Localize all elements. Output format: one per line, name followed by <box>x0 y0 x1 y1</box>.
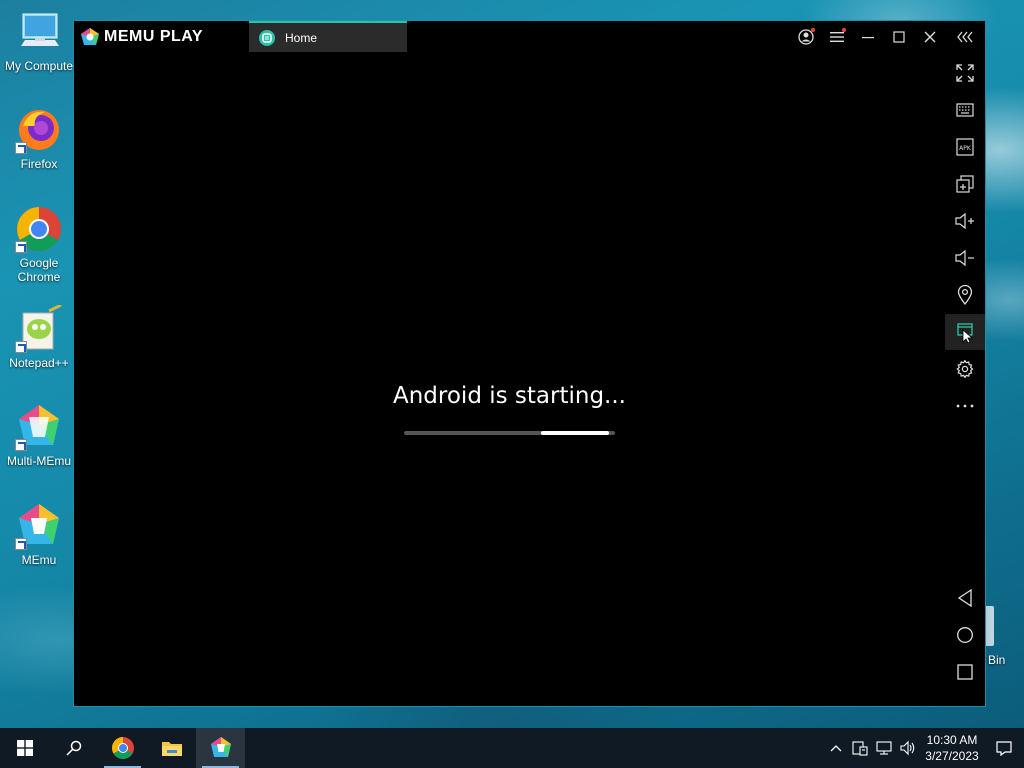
location-button[interactable] <box>945 277 985 313</box>
boot-progress-fill <box>541 431 609 435</box>
desktop-icon-firefox[interactable]: Firefox <box>2 106 76 171</box>
notification-icon <box>996 741 1012 756</box>
apk-icon: APK <box>956 138 974 156</box>
chrome-icon <box>15 205 63 253</box>
network-icon <box>876 741 892 755</box>
taskbar-clock[interactable]: 10:30 AM 3/27/2023 <box>920 732 984 764</box>
boot-message: Android is starting... <box>393 383 626 409</box>
account-button[interactable] <box>790 21 821 53</box>
desktop-icon-label: Google Chrome <box>17 256 61 284</box>
firefox-icon <box>15 106 63 154</box>
chevrons-left-icon <box>957 31 973 43</box>
chrome-icon <box>111 737 134 759</box>
desktop-icon-my-computer[interactable]: My Compute <box>2 8 76 73</box>
volume-up-icon <box>955 212 974 230</box>
taskbar: 10:30 AM 3/27/2023 <box>0 728 1024 768</box>
android-home-button[interactable] <box>945 617 985 653</box>
settings-button[interactable] <box>945 351 985 387</box>
system-tray: 10:30 AM 3/27/2023 <box>824 728 1024 768</box>
memu-logo-icon <box>81 28 99 45</box>
volume-down-button[interactable] <box>945 240 985 276</box>
desktop-icon-memu[interactable]: MEmu <box>2 502 76 567</box>
taskbar-memu[interactable] <box>196 728 245 768</box>
multi-window-icon <box>956 175 974 193</box>
keyboard-button[interactable] <box>945 92 985 128</box>
maximize-button[interactable] <box>883 21 914 53</box>
collapse-sidebar-button[interactable] <box>945 21 985 53</box>
right-toolbar: APK <box>945 53 985 706</box>
notification-center-button[interactable] <box>984 728 1024 768</box>
hamburger-icon <box>829 32 844 42</box>
tab-home[interactable]: Home <box>249 21 407 52</box>
search-icon <box>65 740 81 756</box>
memu-brand: MEMU PLAY <box>80 27 203 47</box>
memu-window: MEMU PLAY Home Android is starting... AP… <box>73 20 986 707</box>
svg-text:APK: APK <box>959 145 972 152</box>
brand-name: MEMU PLAY <box>104 28 204 45</box>
settings-icon <box>956 360 974 378</box>
network-button[interactable] <box>872 728 896 768</box>
clock-time: 10:30 AM <box>926 733 978 747</box>
android-back-button[interactable] <box>945 580 985 616</box>
computer-icon <box>15 8 63 56</box>
clock-date: 3/27/2023 <box>925 749 979 763</box>
chevron-up-icon <box>830 745 842 752</box>
start-button[interactable] <box>0 728 49 768</box>
memu-icon <box>210 737 231 757</box>
close-icon <box>924 31 935 43</box>
folder-icon <box>161 742 182 756</box>
search-button[interactable] <box>49 728 98 768</box>
home-icon <box>957 627 973 643</box>
minimize-button[interactable] <box>852 21 883 53</box>
device-icon <box>852 741 868 756</box>
multi-memu-icon <box>15 403 63 451</box>
windows-icon <box>16 740 33 756</box>
desktop-icon-label: Notepad++ <box>9 356 69 370</box>
multi-window-button[interactable] <box>945 166 985 202</box>
taskbar-file-explorer[interactable] <box>147 728 196 768</box>
fullscreen-icon <box>956 64 974 82</box>
menu-button[interactable] <box>821 21 852 53</box>
android-recents-button[interactable] <box>945 654 985 690</box>
notepadpp-icon <box>15 303 63 353</box>
back-icon <box>957 589 972 607</box>
memu-icon <box>15 502 63 550</box>
desktop-icon-notepadpp[interactable]: Notepad++ <box>2 303 76 370</box>
screenshot-button[interactable] <box>945 314 985 350</box>
screenshot-icon <box>957 323 974 343</box>
volume-up-button[interactable] <box>945 203 985 239</box>
more-button[interactable] <box>945 388 985 424</box>
recycle-bin-label: Bin <box>988 653 1006 667</box>
tab-home-label: Home <box>285 30 318 45</box>
desktop-icon-label: My Compute <box>4 59 74 73</box>
title-bar[interactable]: MEMU PLAY Home <box>74 21 985 53</box>
install-apk-button[interactable]: APK <box>945 129 985 165</box>
desktop-icon-label: Multi-MEmu <box>6 454 71 468</box>
boot-progress-bar <box>404 431 615 435</box>
home-tab-icon <box>259 29 275 46</box>
maximize-icon <box>892 31 905 43</box>
tray-app-button[interactable] <box>848 728 872 768</box>
desktop-icon-chrome[interactable]: Google Chrome <box>2 205 76 284</box>
window-controls <box>790 21 985 53</box>
keyboard-icon <box>956 103 974 117</box>
desktop-icon-multi-memu[interactable]: Multi-MEmu <box>2 403 76 468</box>
desktop-icon-label: Firefox <box>20 157 58 171</box>
desktop-icon-label: MEmu <box>21 553 57 567</box>
speaker-icon <box>900 740 915 756</box>
show-hidden-icons-button[interactable] <box>824 728 848 768</box>
more-icon <box>956 404 974 408</box>
minimize-icon <box>861 37 874 39</box>
taskbar-chrome[interactable] <box>98 728 147 768</box>
fullscreen-button[interactable] <box>945 55 985 91</box>
close-button[interactable] <box>914 21 945 53</box>
android-screen[interactable]: Android is starting... <box>74 53 945 706</box>
volume-button[interactable] <box>896 728 920 768</box>
location-icon <box>957 285 973 305</box>
recents-icon <box>957 664 973 680</box>
volume-down-icon <box>955 249 974 267</box>
